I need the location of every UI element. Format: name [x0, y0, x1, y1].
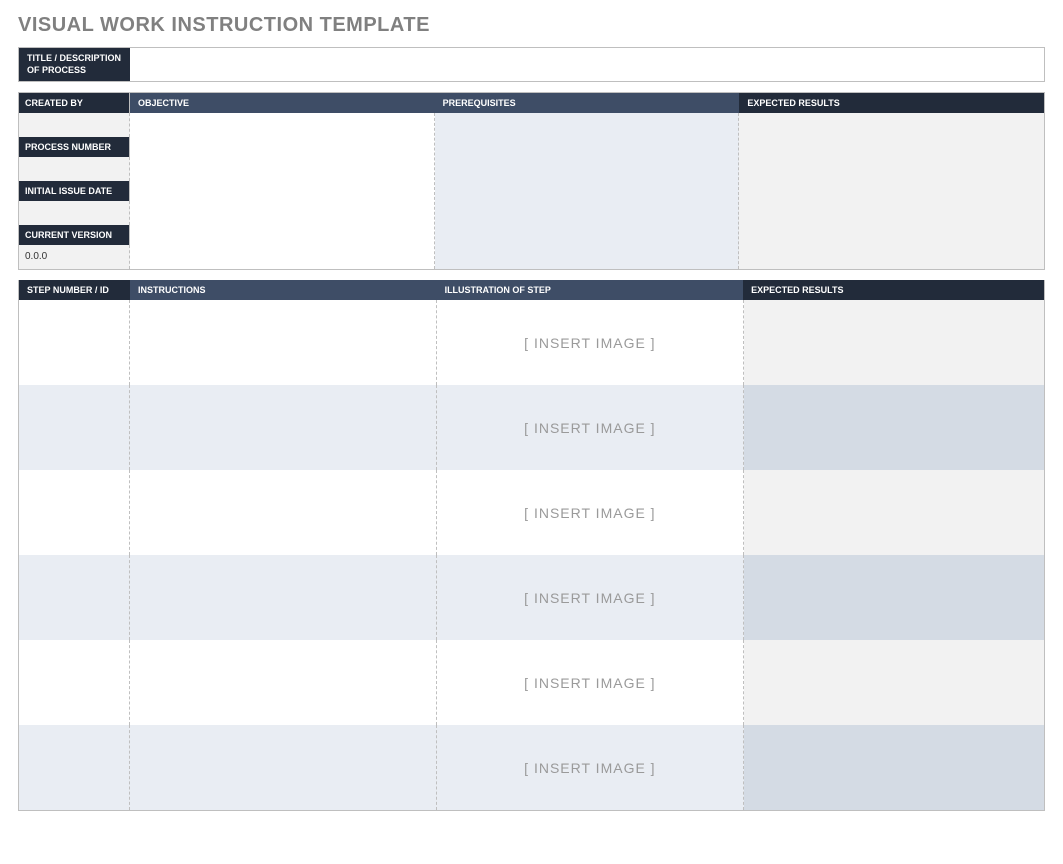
- step-expected-input[interactable]: [744, 555, 1044, 640]
- prerequisites-column: PREREQUISITES: [435, 93, 740, 269]
- initial-issue-date-input[interactable]: [19, 201, 130, 225]
- initial-issue-date-label: INITIAL ISSUE DATE: [19, 181, 130, 201]
- step-number-input[interactable]: [19, 725, 130, 810]
- objective-label: OBJECTIVE: [130, 93, 435, 113]
- title-description-row: TITLE / DESCRIPTION OF PROCESS: [18, 47, 1045, 82]
- steps-header-instructions: INSTRUCTIONS: [130, 280, 437, 300]
- step-illustration-placeholder[interactable]: [ INSERT IMAGE ]: [437, 555, 744, 640]
- step-number-input[interactable]: [19, 385, 130, 470]
- current-version-label: CURRENT VERSION: [19, 225, 130, 245]
- step-number-input[interactable]: [19, 300, 130, 385]
- step-number-input[interactable]: [19, 640, 130, 725]
- step-row: [ INSERT IMAGE ]: [19, 725, 1044, 810]
- step-expected-input[interactable]: [744, 725, 1044, 810]
- expected-results-label: EXPECTED RESULTS: [739, 93, 1044, 113]
- step-expected-input[interactable]: [744, 470, 1044, 555]
- step-row: [ INSERT IMAGE ]: [19, 640, 1044, 725]
- steps-header-row: STEP NUMBER / ID INSTRUCTIONS ILLUSTRATI…: [19, 280, 1044, 300]
- created-by-label: CREATED BY: [19, 93, 130, 113]
- step-illustration-placeholder[interactable]: [ INSERT IMAGE ]: [437, 385, 744, 470]
- step-row: [ INSERT IMAGE ]: [19, 385, 1044, 470]
- prerequisites-label: PREREQUISITES: [435, 93, 740, 113]
- step-instructions-input[interactable]: [130, 640, 437, 725]
- step-expected-input[interactable]: [744, 385, 1044, 470]
- step-expected-input[interactable]: [744, 640, 1044, 725]
- process-number-input[interactable]: [19, 157, 130, 181]
- objective-column: OBJECTIVE: [130, 93, 435, 269]
- step-instructions-input[interactable]: [130, 555, 437, 640]
- step-number-input[interactable]: [19, 470, 130, 555]
- step-instructions-input[interactable]: [130, 725, 437, 810]
- page-title: VISUAL WORK INSTRUCTION TEMPLATE: [18, 14, 1045, 37]
- step-expected-input[interactable]: [744, 300, 1044, 385]
- meta-column: CREATED BY PROCESS NUMBER INITIAL ISSUE …: [19, 93, 130, 269]
- expected-results-input[interactable]: [739, 113, 1044, 269]
- step-instructions-input[interactable]: [130, 385, 437, 470]
- steps-header-illustration: ILLUSTRATION OF STEP: [437, 280, 744, 300]
- current-version-input[interactable]: 0.0.0: [19, 245, 130, 269]
- info-table: CREATED BY PROCESS NUMBER INITIAL ISSUE …: [18, 92, 1045, 270]
- step-number-input[interactable]: [19, 555, 130, 640]
- prerequisites-input[interactable]: [435, 113, 740, 269]
- step-row: [ INSERT IMAGE ]: [19, 470, 1044, 555]
- objective-input[interactable]: [130, 113, 435, 269]
- step-illustration-placeholder[interactable]: [ INSERT IMAGE ]: [437, 470, 744, 555]
- title-description-input[interactable]: [130, 48, 1044, 81]
- step-instructions-input[interactable]: [130, 470, 437, 555]
- steps-table: STEP NUMBER / ID INSTRUCTIONS ILLUSTRATI…: [18, 280, 1045, 811]
- step-illustration-placeholder[interactable]: [ INSERT IMAGE ]: [437, 640, 744, 725]
- step-row: [ INSERT IMAGE ]: [19, 555, 1044, 640]
- process-number-label: PROCESS NUMBER: [19, 137, 130, 157]
- step-illustration-placeholder[interactable]: [ INSERT IMAGE ]: [437, 725, 744, 810]
- steps-header-step: STEP NUMBER / ID: [19, 280, 130, 300]
- step-instructions-input[interactable]: [130, 300, 437, 385]
- created-by-input[interactable]: [19, 113, 130, 137]
- step-row: [ INSERT IMAGE ]: [19, 300, 1044, 385]
- step-illustration-placeholder[interactable]: [ INSERT IMAGE ]: [437, 300, 744, 385]
- title-description-label: TITLE / DESCRIPTION OF PROCESS: [19, 48, 130, 81]
- steps-header-expected: EXPECTED RESULTS: [743, 280, 1044, 300]
- expected-results-column: EXPECTED RESULTS: [739, 93, 1044, 269]
